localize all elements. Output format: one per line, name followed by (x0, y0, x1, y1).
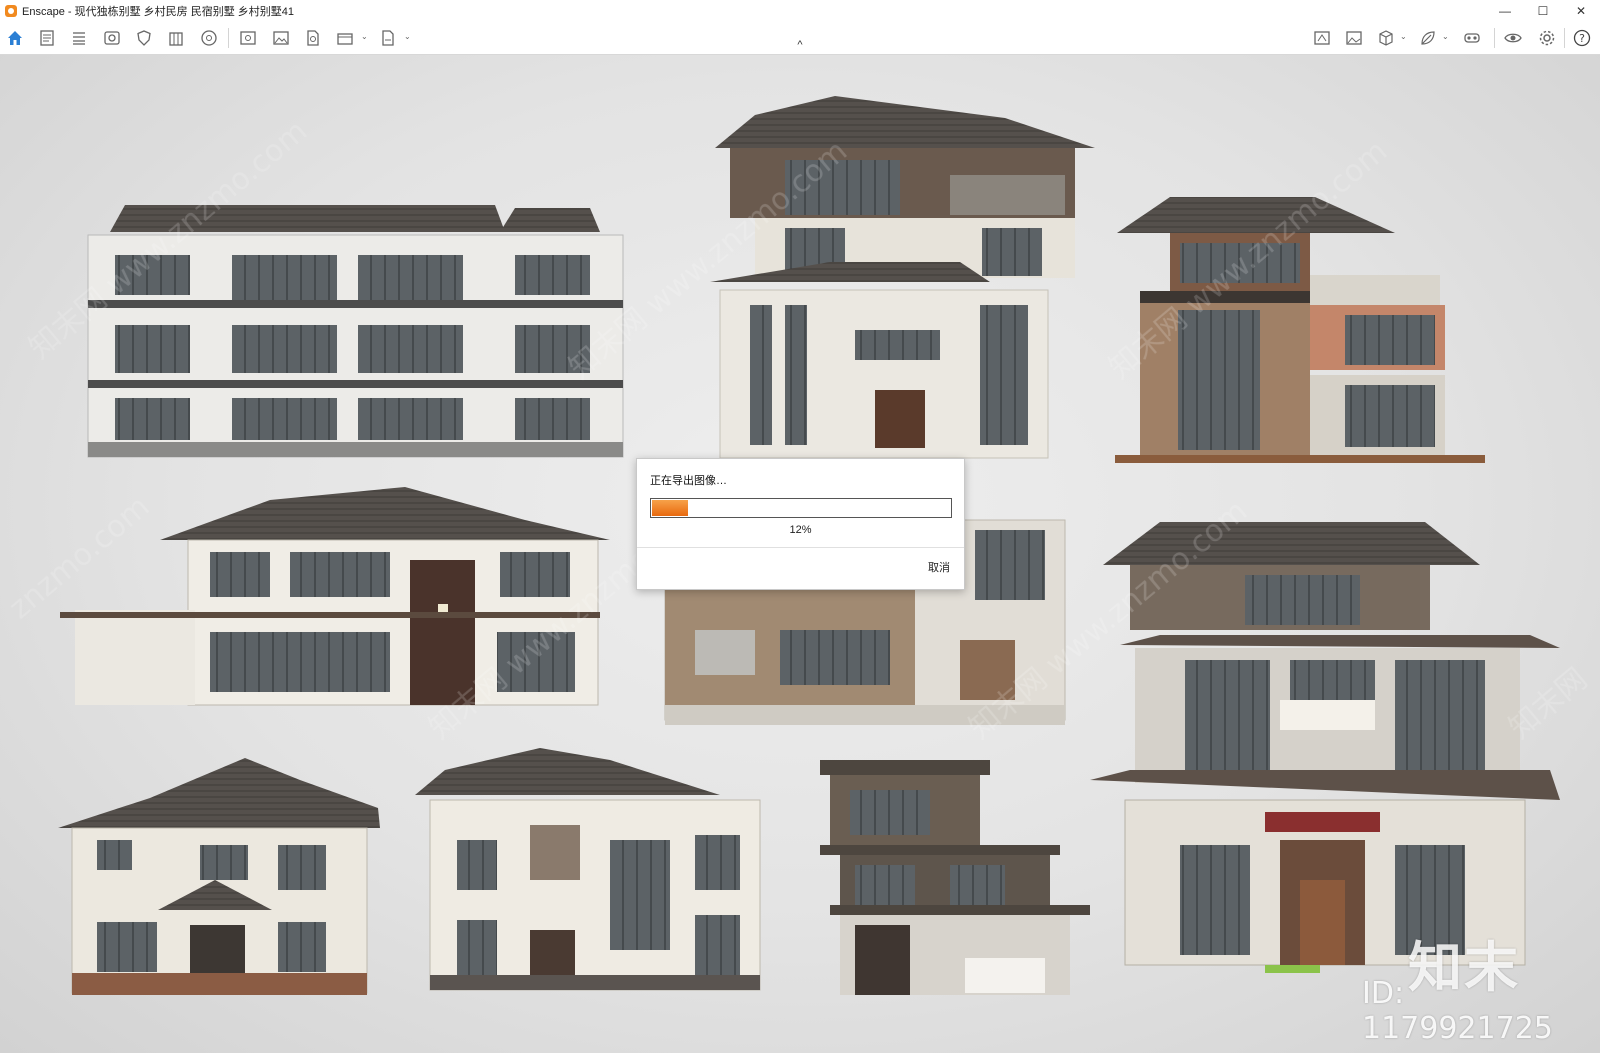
map-icon[interactable] (1312, 28, 1332, 48)
batch-render-icon[interactable] (303, 28, 323, 48)
enscape-logo-icon (5, 5, 17, 17)
svg-text:znzmo.com: znzmo.com (3, 489, 157, 626)
maximize-button[interactable]: ☐ (1524, 0, 1562, 22)
toolbar-collapse-chevron-icon[interactable]: ^ (793, 40, 807, 51)
video-icon[interactable] (335, 28, 355, 48)
dialog-title: 正在导出图像… (650, 475, 727, 487)
leaf-icon[interactable] (1418, 28, 1438, 48)
progress-fill (652, 500, 688, 516)
toolbar-separator (1494, 28, 1495, 48)
export-icon[interactable] (378, 28, 398, 48)
shield-icon[interactable] (134, 28, 154, 48)
vr-icon[interactable] (1462, 28, 1482, 48)
bim-icon[interactable] (69, 28, 89, 48)
cube-icon[interactable] (1376, 28, 1396, 48)
villa-model-7 (58, 758, 380, 995)
toolbar-separator (1564, 28, 1565, 48)
window-title: Enscape - 现代独栋别墅 乡村民房 民宿别墅 乡村别墅41 (22, 6, 294, 18)
document-icon[interactable] (37, 28, 57, 48)
toolbar-separator (228, 28, 229, 48)
title-bar: Enscape - 现代独栋别墅 乡村民房 民宿别墅 乡村别墅41 — ☐ ✕ (0, 0, 1600, 23)
video-dropdown-chevron-icon[interactable]: ⌄ (361, 32, 369, 42)
help-icon[interactable]: ? (1572, 28, 1592, 48)
home-icon[interactable] (5, 28, 25, 48)
cancel-button[interactable]: 取消 (928, 559, 950, 575)
villa-model-8 (415, 748, 761, 991)
image-id-watermark: ID: 1179921725 (1362, 976, 1553, 1046)
minimize-button[interactable]: — (1486, 0, 1524, 22)
progress-percentage: 12% (789, 524, 812, 536)
asset-icon[interactable] (199, 28, 219, 48)
villa-model-9 (820, 760, 1090, 995)
settings-icon[interactable] (1537, 28, 1557, 48)
close-button[interactable]: ✕ (1562, 0, 1600, 22)
building-icon[interactable] (166, 28, 186, 48)
dialog-divider (637, 547, 964, 548)
export-dropdown-chevron-icon[interactable]: ⌄ (404, 32, 412, 42)
eye-icon[interactable] (1503, 28, 1523, 48)
villa-model-2 (710, 96, 1095, 459)
export-progress-dialog: 正在导出图像… 12% 取消 (636, 458, 965, 590)
export-progress-bar (650, 498, 952, 518)
view-icon[interactable] (102, 28, 122, 48)
window-controls: — ☐ ✕ (1486, 0, 1600, 22)
image-settings-icon[interactable] (1344, 28, 1364, 48)
screenshot-icon[interactable] (238, 28, 258, 48)
leaf-dropdown-chevron-icon[interactable]: ⌄ (1442, 32, 1450, 42)
image-icon[interactable] (271, 28, 291, 48)
cube-dropdown-chevron-icon[interactable]: ⌄ (1400, 32, 1408, 42)
svg-text:?: ? (1579, 32, 1585, 45)
